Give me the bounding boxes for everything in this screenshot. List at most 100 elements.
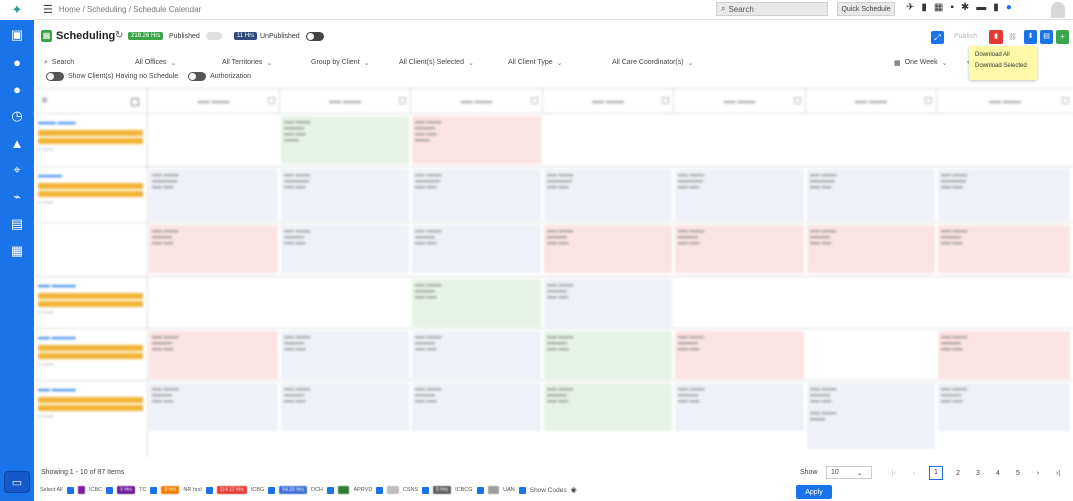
visit-card[interactable]: ▬▬ ▬▬▬ ▬▬▬▬ ▬▬ ▬▬ [412,331,541,379]
visit-card[interactable]: ▬▬ ▬▬▬ ▬▬▬▬ ▬▬ ▬▬ [281,331,409,379]
day-checkbox[interactable] [1062,97,1069,104]
day-checkbox[interactable] [531,97,538,104]
client-cell[interactable]: ▬▬▬ ▬▬▬ ▪ ▪ ▪▪ ▪▪ [34,114,148,166]
day-checkbox[interactable] [794,97,801,104]
page-size-select[interactable]: 10 ⌄ [826,466,872,479]
publish-button[interactable]: Publish [954,33,977,40]
client-cell[interactable]: ▬▬ ▬▬▬▬ ▪ ▪ ▪▪ ▪▪ [34,277,148,328]
visit-card[interactable]: ▬▬ ▬▬▬ ▬▬▬▬ ▬▬ ▬▬ [675,225,804,273]
user-icon[interactable]: ● [7,53,27,71]
dashboard-icon[interactable]: ▣ [7,26,27,44]
settings-icon[interactable]: ✱ [961,2,969,13]
visit-card[interactable]: ▬▬ ▬▬▬ ▬▬▬▬ ▬▬ ▬▬ [938,225,1070,273]
print-icon[interactable]: ▤ [1040,30,1053,44]
legend-checkbox[interactable] [205,486,213,494]
view-range-select[interactable]: ▦ One Week ⌄ [894,56,970,69]
legend-checkbox[interactable] [422,486,430,494]
quick-schedule-button[interactable]: Quick Schedule [837,2,895,16]
clock-icon[interactable]: ◷ [7,107,27,125]
client-cell[interactable]: ▬▬ ▬▬▬▬ ▪ ▪ ▪▪ ▪▪ [34,381,148,457]
page-button[interactable]: 1 [929,466,943,480]
unpublished-toggle[interactable] [306,32,324,41]
visit-card[interactable]: ▬▬ ▬▬▬ ▬▬▬▬ ▬▬ ▬▬ [149,383,278,431]
day-checkbox[interactable] [399,97,406,104]
legend-checkbox[interactable] [326,486,334,494]
visit-card[interactable]: ▬▬ ▬▬▬ ▬▬▬▬ ▬▬ ▬▬ [675,383,804,431]
visit-card[interactable]: ▬▬ ▬▬▬ ▬▬▬▬ ▬▬ ▬▬ ▬▬▬ [281,116,409,164]
download-all-option[interactable]: Download All [975,50,1031,61]
menu-icon[interactable]: ☰ [43,3,53,16]
visit-card[interactable]: ▬▬ ▬▬▬ ▬▬▬▬▬ ▬▬ ▬▬ [149,169,278,221]
next-page-button[interactable]: › [1033,470,1043,477]
chat-icon[interactable]: ▭ [4,471,30,493]
visit-card[interactable]: ▬▬ ▬▬▬ ▬▬▬▬▬ ▬▬ ▬▬ [412,169,541,221]
visit-card[interactable]: ▬▬ ▬▬▬ ▬▬▬▬ ▬▬ ▬▬ [544,383,672,431]
first-page-button[interactable]: |‹ [889,470,899,477]
client-icon[interactable]: ● [7,80,27,98]
legend-checkbox[interactable] [518,486,526,494]
day-checkbox[interactable] [662,97,669,104]
breadcrumb[interactable]: Home / Scheduling / Schedule Calendar [59,5,201,14]
avatar[interactable] [1051,2,1065,18]
day-checkbox[interactable] [268,97,275,104]
visit-card[interactable]: ▬▬ ▬▬▬ ▬▬▬▬ ▬▬ ▬▬ [281,225,409,273]
client-cell[interactable] [34,223,148,276]
select-all-checkbox[interactable] [66,486,74,494]
pdf-export-button[interactable]: ▮ [989,30,1003,44]
authorization-toggle[interactable] [188,72,207,81]
visit-card[interactable]: ▬▬ ▬▬▬ ▬▬▬▬ ▬▬ ▬▬ [675,331,804,379]
clients-select[interactable]: All Client(s) Selected ⌄ [399,56,489,69]
schedule-search-input[interactable]: ⌕ Search [44,56,132,69]
legend-checkbox[interactable] [268,486,276,494]
visit-card[interactable]: ▬▬ ▬▬▬ ▬▬▬▬ ▬▬ ▬▬ [807,225,935,273]
visit-card[interactable]: ▬▬ ▬▬▬ ▬▬▬▬ ▬▬ ▬▬ [281,383,409,431]
report-icon[interactable]: ▦ [7,242,27,260]
map-icon[interactable]: ⌖ [7,161,27,179]
notifications-icon[interactable]: ▮ [993,2,999,13]
client-cell[interactable]: ▬▬ ▬▬▬▬ ▪ ▪ ▪▪ ▪▪ [34,329,148,380]
download-icon[interactable]: ⬇ [1024,30,1037,44]
visit-card[interactable]: ▬▬ ▬▬▬ ▬▬▬▬ ▬▬ ▬▬ ▬▬▬ [412,116,541,164]
group-by-select[interactable]: Group by Client ⌄ [311,56,389,69]
visit-card[interactable]: ▬▬ ▬▬▬ ▬▬▬▬ ▬▬ ▬▬ [544,225,672,273]
apply-button[interactable]: Apply [796,485,832,499]
legend-checkbox[interactable] [476,486,484,494]
published-toggle[interactable] [206,32,222,40]
visit-card[interactable]: ▬▬ ▬▬▬ ▬▬▬▬▬ ▬▬ ▬▬ [807,169,935,221]
sort-icon[interactable]: ≡ [42,95,47,105]
offices-select[interactable]: All Offices ⌄ [135,56,215,69]
page-button[interactable]: 5 [1013,470,1023,477]
page-button[interactable]: 4 [993,470,1003,477]
territories-select[interactable]: All Territories ⌄ [222,56,302,69]
visit-card[interactable]: ▬▬ ▬▬▬ ▬▬▬▬ ▬▬ ▬▬ [412,383,541,431]
help-icon[interactable]: ● [1006,2,1012,13]
visit-card[interactable]: ▬▬ ▬▬▬ ▬▬▬▬▬ ▬▬ ▬▬ [544,169,672,221]
visit-card[interactable]: ▬▬ ▬▬▬ ▬▬▬▬▬ ▬▬ ▬▬ [938,169,1070,221]
lock-icon[interactable]: ▪ [950,2,954,13]
legend-checkbox[interactable] [106,486,114,494]
page-button[interactable]: 2 [953,470,963,477]
rocket-icon[interactable]: ✈ [906,2,914,13]
messages-icon[interactable]: ▬ [976,2,986,13]
refresh-icon[interactable]: ↻ [115,30,123,41]
document-icon[interactable]: ▮ [921,2,927,13]
calendar-icon[interactable]: ▦ [934,2,943,13]
prev-page-button[interactable]: ‹ [909,470,919,477]
care-coordinator-select[interactable]: All Care Coordinator(s) ⌄ [612,56,694,69]
add-icon[interactable]: + [1056,30,1069,44]
visit-card[interactable]: ▬▬ ▬▬▬ ▬▬▬▬ ▬▬ ▬▬ [544,279,672,327]
legend-checkbox[interactable] [376,486,384,494]
share-icon[interactable]: ⤢ [931,31,944,44]
visit-card[interactable]: ▬▬ ▬▬▬ ▬▬▬▬ ▬▬ ▬▬ ▬▬ ▬▬▬ ▬▬▬ [807,383,935,449]
visit-card[interactable]: ▬▬ ▬▬▬ ▬▬▬▬ ▬▬ ▬▬ [149,331,278,379]
eye-icon[interactable]: ◉ [571,486,577,494]
no-schedule-toggle[interactable] [46,72,64,81]
download-selected-option[interactable]: Download Selected [975,61,1031,72]
visit-card[interactable]: ▬▬ ▬▬▬ ▬▬▬▬ ▬▬ ▬▬ [412,279,541,327]
select-all-rows-checkbox[interactable] [131,98,139,106]
day-checkbox[interactable] [925,97,932,104]
visit-card[interactable]: ▬▬ ▬▬▬ ▬▬▬▬ ▬▬ ▬▬ [938,331,1070,379]
client-cell[interactable]: ▬▬▬▬ ▪ ▪ ▪▪ ▪▪ [34,167,148,222]
visit-card[interactable]: ▬▬ ▬▬▬ ▬▬▬▬▬ ▬▬ ▬▬ [675,169,804,221]
link-icon[interactable]: ⛓ [1008,33,1017,41]
